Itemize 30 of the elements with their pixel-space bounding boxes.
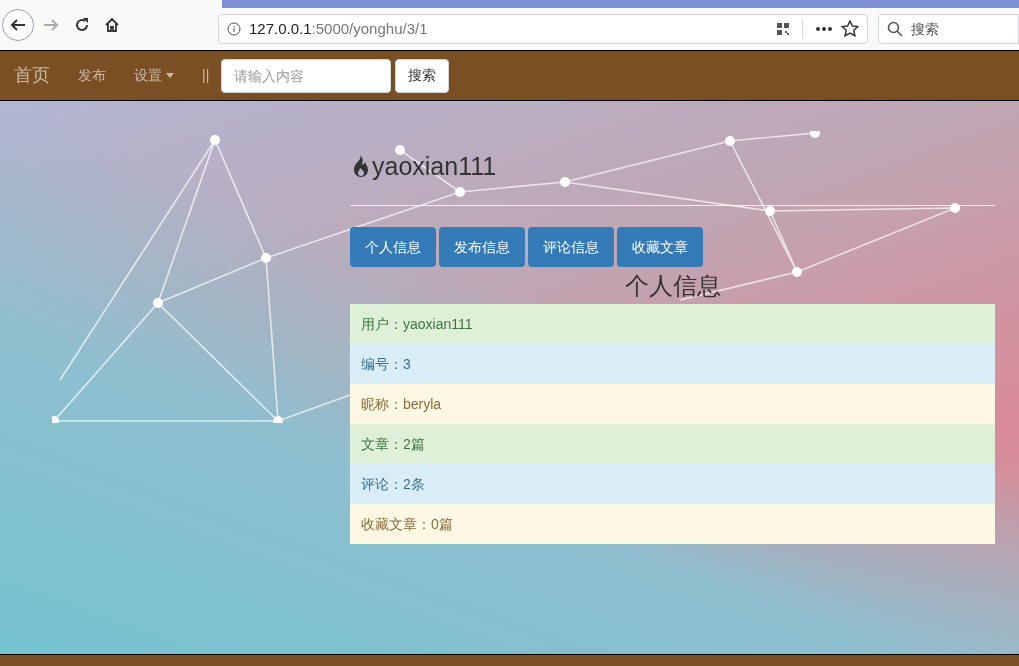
reload-icon[interactable] [74, 17, 90, 33]
info-row: 评论：2条 [350, 464, 995, 504]
tab-button[interactable]: 收藏文章 [617, 227, 703, 267]
home-link[interactable]: 首页 [14, 62, 50, 89]
info-row: 收藏文章：0篇 [350, 504, 995, 544]
search-icon [887, 21, 903, 37]
search-button[interactable]: 搜索 [395, 58, 450, 93]
info-row: 昵称：beryla [350, 384, 995, 424]
info-icon [227, 22, 241, 36]
info-row: 编号：3 [350, 344, 995, 384]
tab-button[interactable]: 个人信息 [350, 227, 436, 267]
star-icon[interactable] [841, 20, 859, 38]
section-title: 个人信息 [623, 271, 722, 301]
nav-link[interactable]: 发布 [78, 65, 106, 86]
tab-button[interactable]: 评论信息 [528, 227, 614, 267]
address-bar[interactable]: 127.0.0.1:5000/yonghu/3/1 [218, 14, 868, 44]
browser-search-field[interactable]: 搜索 [878, 14, 1019, 44]
qr-code-icon[interactable] [776, 22, 790, 36]
search-input[interactable]: 请输入内容 [221, 58, 392, 93]
caret-icon [166, 73, 174, 78]
tab-button[interactable]: 发布信息 [439, 227, 525, 267]
home-icon[interactable] [104, 17, 120, 33]
separator-text: || [202, 66, 210, 85]
more-icon[interactable] [815, 26, 833, 32]
info-row: 文章：2篇 [350, 424, 995, 464]
back-button[interactable] [2, 9, 34, 41]
username-heading: yaoxian111 [372, 151, 497, 183]
url-text: 127.0.0.1:5000/yonghu/3/1 [249, 18, 428, 39]
settings-dropdown[interactable]: 设置 [134, 65, 174, 86]
info-row: 用户：yaoxian111 [350, 304, 995, 344]
